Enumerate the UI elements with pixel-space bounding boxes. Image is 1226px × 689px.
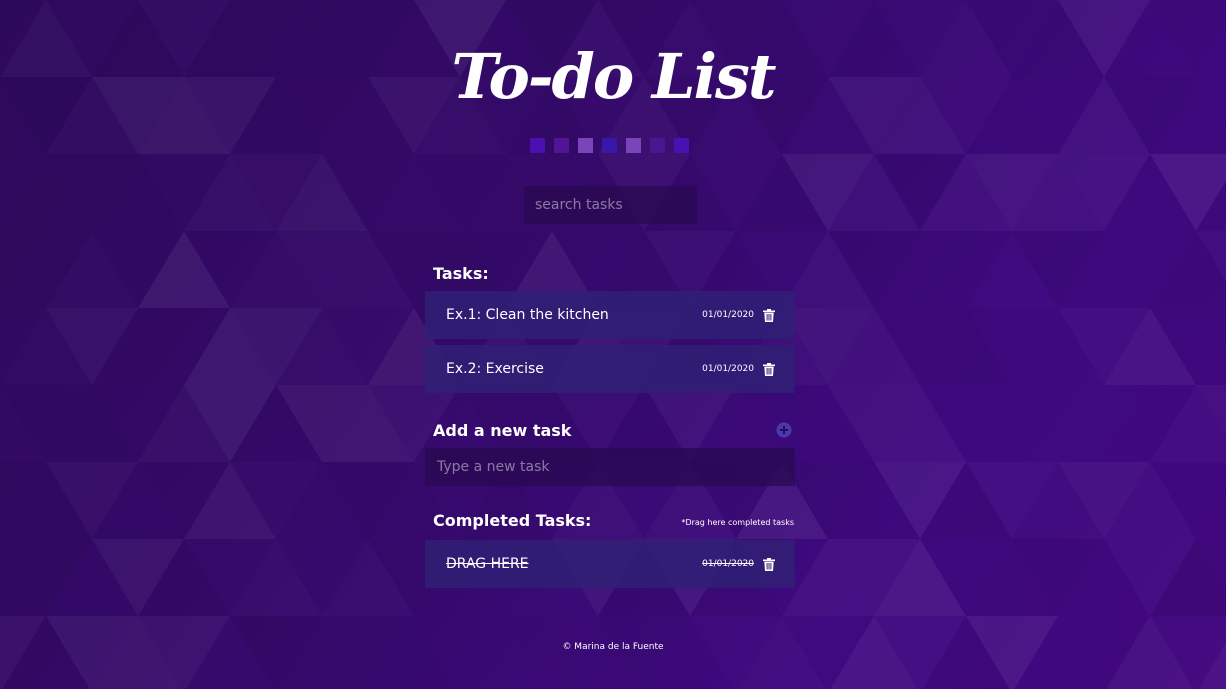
search-input[interactable] <box>524 186 697 224</box>
task-date: 01/01/2020 <box>702 310 754 320</box>
palette-swatch[interactable] <box>674 138 689 153</box>
palette-swatch[interactable] <box>554 138 569 153</box>
footer-credit: © Marina de la Fuente <box>562 642 664 652</box>
color-palette <box>530 138 689 153</box>
palette-swatch[interactable] <box>578 138 593 153</box>
palette-swatch[interactable] <box>602 138 617 153</box>
palette-swatch[interactable] <box>626 138 641 153</box>
task-date: 01/01/2020 <box>702 364 754 374</box>
task-item[interactable]: Ex.1: Clean the kitchen 01/01/2020 <box>425 291 795 339</box>
completed-task-text: DRAG HERE <box>446 556 529 572</box>
plus-circle-icon[interactable] <box>776 422 792 438</box>
completed-task-date: 01/01/2020 <box>702 559 754 569</box>
completed-heading: Completed Tasks: <box>433 511 592 530</box>
completed-task-item[interactable]: DRAG HERE 01/01/2020 <box>425 540 795 588</box>
palette-swatch[interactable] <box>650 138 665 153</box>
trash-icon[interactable] <box>763 362 775 376</box>
new-task-input[interactable] <box>425 448 795 486</box>
app: To-do List Tasks: Ex.1: Clean the kitche… <box>0 0 1226 689</box>
task-text: Ex.1: Clean the kitchen <box>446 307 609 323</box>
tasks-heading: Tasks: <box>433 264 489 283</box>
task-item[interactable]: Ex.2: Exercise 01/01/2020 <box>425 345 795 393</box>
trash-icon[interactable] <box>763 557 775 571</box>
add-task-heading: Add a new task <box>433 421 572 440</box>
palette-swatch[interactable] <box>530 138 545 153</box>
page-title: To-do List <box>451 40 776 113</box>
trash-icon[interactable] <box>763 308 775 322</box>
task-text: Ex.2: Exercise <box>446 361 544 377</box>
drag-hint: *Drag here completed tasks <box>681 518 794 527</box>
